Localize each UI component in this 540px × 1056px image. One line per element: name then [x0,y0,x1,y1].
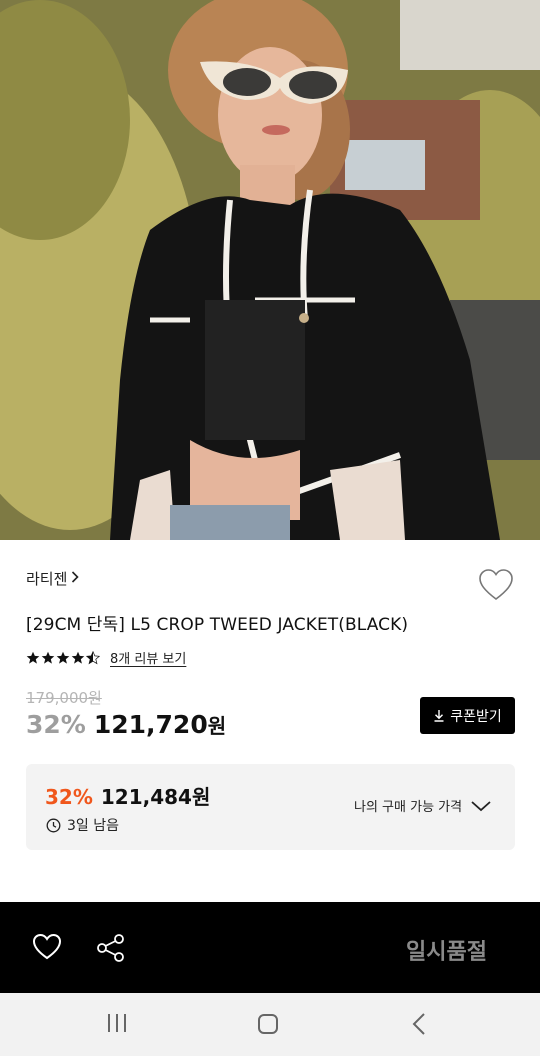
system-nav-bar [0,993,540,1056]
heart-icon[interactable] [32,933,62,965]
star-icon [41,651,55,664]
download-icon [433,709,445,722]
my-price-toggle[interactable]: 나의 구매 가능 가격 [354,796,492,815]
product-photo[interactable] [0,0,540,540]
my-discount-rate: 32% [45,785,93,809]
wishlist-heart-icon[interactable] [478,568,514,602]
my-price-value: 121,484원 [100,785,211,809]
my-price-row: 32% 121,484원 [45,781,210,810]
coupon-download-button[interactable]: 쿠폰받기 [420,697,515,734]
star-icon [26,651,40,664]
star-rating [26,650,101,665]
review-link[interactable]: 8개 리뷰 보기 [110,648,186,667]
product-title: [29CM 단독] L5 CROP TWEED JACKET(BLACK) [26,615,409,635]
bottom-action-bar: 일시품절 [0,902,540,993]
time-left: 3일 남음 [46,815,119,835]
my-price-label: 나의 구매 가능 가격 [354,800,463,815]
product-photo-illustration [0,0,540,540]
chevron-right-icon [71,570,80,587]
coupon-label: 쿠폰받기 [450,708,502,725]
recent-apps-icon[interactable] [106,1012,128,1038]
half-star-icon [86,650,100,664]
back-icon[interactable] [410,1012,428,1040]
chevron-down-icon [470,799,492,813]
share-icon[interactable] [96,933,126,967]
star-icon [56,651,70,664]
star-icon [71,651,85,664]
my-price-panel[interactable]: 32% 121,484원 3일 남음 나의 구매 가능 가격 [26,764,515,850]
discount-rate: 32% [26,710,86,739]
price-unit: 원 [207,714,227,738]
brand-link[interactable]: 라티젠 [26,568,80,589]
home-icon[interactable] [257,1013,279,1039]
brand-name: 라티젠 [26,570,68,588]
price-row: 32% 121,720 원 [26,710,226,739]
clock-icon [46,818,61,833]
rating-row: 8개 리뷰 보기 [26,648,186,667]
sold-out-status: 일시품절 [406,940,487,965]
sale-price: 121,720 [93,710,208,739]
time-left-text: 3일 남음 [67,818,119,834]
original-price: 179,000원 [26,689,102,707]
